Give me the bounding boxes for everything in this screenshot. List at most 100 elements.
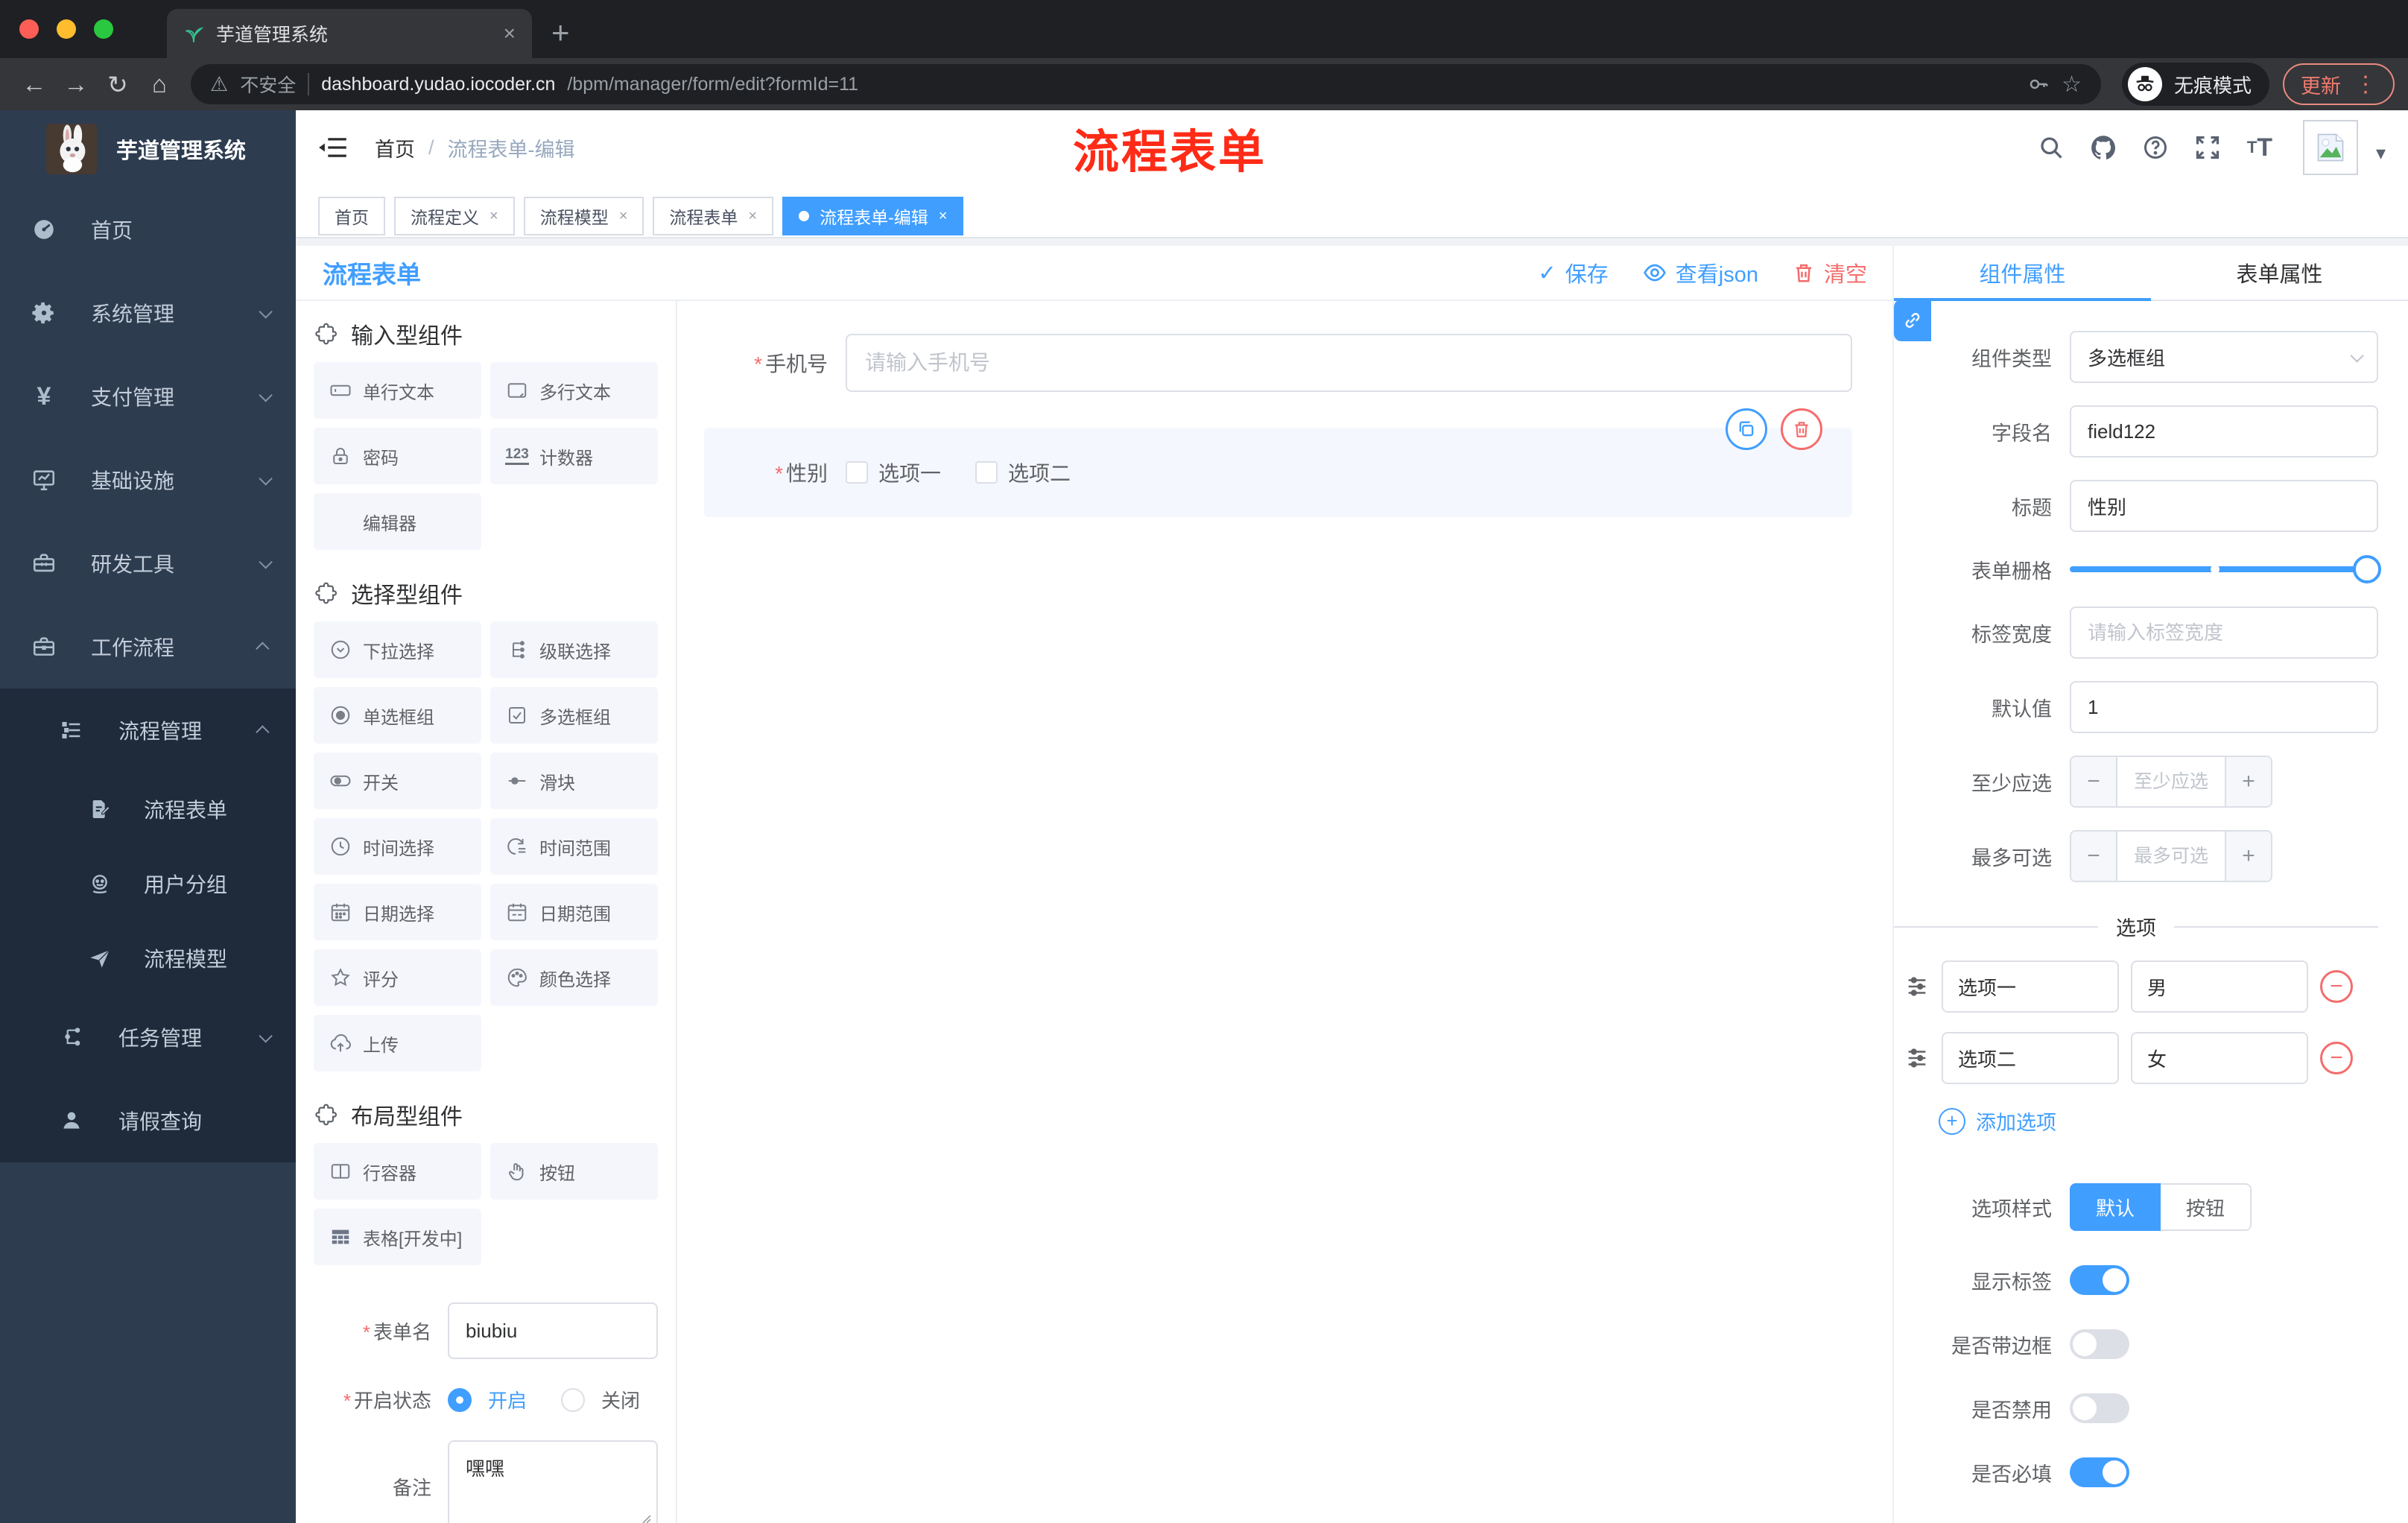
sidebar-item-process-model[interactable]: 流程模型	[0, 921, 296, 995]
option-value-input[interactable]	[2131, 1032, 2308, 1084]
palette-item-time-picker[interactable]: 时间选择	[314, 818, 481, 875]
drag-handle-icon[interactable]	[1904, 1045, 1930, 1071]
browser-menu-icon[interactable]: ⋮	[2354, 72, 2377, 98]
status-radio-on[interactable]	[448, 1387, 472, 1412]
reload-icon[interactable]: ↻	[97, 70, 139, 99]
palette-item-slider[interactable]: 滑块	[490, 753, 658, 809]
update-browser-button[interactable]: 更新 ⋮	[2283, 63, 2395, 105]
tab-form-props[interactable]: 表单属性	[2151, 246, 2408, 300]
form-name-input[interactable]	[448, 1302, 658, 1359]
sidebar-item-task-management[interactable]: 任务管理	[0, 995, 296, 1079]
tab-close-icon[interactable]: ×	[619, 208, 628, 225]
palette-item-switch[interactable]: 开关	[314, 753, 481, 809]
palette-item-date-range[interactable]: 日期范围	[490, 884, 658, 940]
clear-button[interactable]: 清空	[1793, 257, 1867, 288]
sidebar-item-infrastructure[interactable]: 基础设施	[0, 438, 296, 522]
sidebar-item-process-form[interactable]: 流程表单	[0, 772, 296, 846]
palette-item-textarea[interactable]: 多行文本	[490, 362, 658, 419]
default-value-input[interactable]	[2070, 681, 2378, 733]
style-default-button[interactable]: 默认	[2070, 1183, 2161, 1231]
password-key-icon[interactable]	[2027, 73, 2050, 95]
palette-item-cascader[interactable]: 级联选择	[490, 621, 658, 678]
label-width-input[interactable]	[2070, 607, 2378, 659]
canvas-field-phone[interactable]: * 手机号	[704, 334, 1852, 392]
gender-option-2[interactable]: 选项二	[975, 457, 1071, 487]
zoom-window-button[interactable]	[94, 19, 113, 39]
drag-handle-icon[interactable]	[1904, 974, 1930, 999]
copy-component-button[interactable]	[1726, 408, 1767, 450]
tab-close-icon[interactable]: ×	[939, 208, 948, 225]
grid-slider[interactable]	[2070, 554, 2381, 584]
palette-item-select[interactable]: 下拉选择	[314, 621, 481, 678]
max-select-input[interactable]	[2117, 832, 2225, 881]
save-button[interactable]: ✓ 保存	[1538, 257, 1608, 288]
option-label-input[interactable]	[1942, 960, 2119, 1013]
required-toggle[interactable]	[2070, 1457, 2129, 1487]
sidebar-item-home[interactable]: 首页	[0, 188, 296, 271]
sidebar-item-devtools[interactable]: 研发工具	[0, 522, 296, 605]
form-remark-textarea[interactable]: 嘿嘿	[448, 1440, 658, 1523]
field-name-input[interactable]	[2070, 405, 2378, 457]
resize-grip-icon[interactable]	[640, 1513, 652, 1523]
canvas-field-gender-selected[interactable]: * 性别 选项一 选项二	[704, 408, 1852, 517]
gender-option-1[interactable]: 选项一	[846, 457, 941, 487]
palette-item-upload[interactable]: 上传	[314, 1015, 481, 1071]
sidebar-item-process-management[interactable]: 流程管理	[0, 688, 296, 772]
tab-component-props[interactable]: 组件属性	[1894, 246, 2151, 301]
breadcrumb-home[interactable]: 首页	[375, 133, 415, 162]
search-icon[interactable]	[2030, 127, 2072, 168]
palette-item-counter[interactable]: 123 计数器	[490, 428, 658, 484]
palette-item-password[interactable]: 密码	[314, 428, 481, 484]
title-input[interactable]	[2070, 480, 2378, 532]
sidebar-item-user-group[interactable]: 用户分组	[0, 846, 296, 921]
palette-item-radio-group[interactable]: 单选框组	[314, 687, 481, 744]
help-icon[interactable]	[2135, 127, 2176, 168]
phone-input[interactable]	[846, 334, 1852, 392]
add-option-button[interactable]: + 添加选项	[1939, 1106, 2378, 1136]
avatar-caret-icon[interactable]: ▾	[2376, 142, 2386, 165]
bookmark-star-icon[interactable]: ☆	[2062, 72, 2082, 98]
palette-item-row-container[interactable]: 行容器	[314, 1143, 481, 1200]
palette-item-button[interactable]: 按钮	[490, 1143, 658, 1200]
palette-item-single-text[interactable]: 单行文本	[314, 362, 481, 419]
palette-item-date-picker[interactable]: 日期选择	[314, 884, 481, 940]
font-size-icon[interactable]: TT	[2239, 127, 2281, 168]
remove-option-button[interactable]: −	[2320, 970, 2353, 1003]
option-label-input[interactable]	[1942, 1032, 2119, 1084]
stepper-minus-button[interactable]: −	[2071, 832, 2117, 881]
forward-icon[interactable]: →	[55, 70, 97, 98]
show-label-toggle[interactable]	[2070, 1265, 2129, 1295]
avatar[interactable]	[2302, 120, 2358, 175]
new-tab-button[interactable]: +	[551, 15, 570, 51]
slider-handle[interactable]	[2353, 555, 2381, 583]
minimize-window-button[interactable]	[57, 19, 76, 39]
status-radio-off[interactable]	[561, 1387, 585, 1412]
fullscreen-icon[interactable]	[2187, 127, 2228, 168]
palette-item-editor[interactable]: 编辑器	[314, 493, 481, 550]
browser-tab[interactable]: 芋道管理系统 ×	[167, 9, 532, 58]
route-tab-process-definition[interactable]: 流程定义 ×	[394, 197, 515, 235]
checkbox-empty[interactable]	[846, 461, 868, 484]
sidebar-item-payment[interactable]: ¥ 支付管理	[0, 355, 296, 438]
github-icon[interactable]	[2082, 127, 2124, 168]
palette-item-table[interactable]: 表格[开发中]	[314, 1209, 481, 1265]
sidebar-item-leave-query[interactable]: 请假查询	[0, 1079, 296, 1162]
sidebar-item-workflow[interactable]: 工作流程	[0, 605, 296, 688]
collapse-sidebar-icon[interactable]	[318, 135, 348, 160]
route-tab-process-model[interactable]: 流程模型 ×	[523, 197, 644, 235]
sidebar-item-system[interactable]: 系统管理	[0, 271, 296, 355]
stepper-plus-button[interactable]: +	[2225, 757, 2271, 806]
palette-item-checkbox-group[interactable]: 多选框组	[490, 687, 658, 744]
tab-close-icon[interactable]: ×	[504, 22, 516, 45]
border-toggle[interactable]	[2070, 1329, 2129, 1359]
link-icon-tag[interactable]	[1894, 300, 1931, 341]
palette-item-time-range[interactable]: 时间范围	[490, 818, 658, 875]
stepper-plus-button[interactable]: +	[2225, 832, 2271, 881]
palette-item-rate[interactable]: 评分	[314, 949, 481, 1006]
delete-component-button[interactable]	[1781, 408, 1822, 450]
status-on-label[interactable]: 开启	[488, 1386, 527, 1413]
disabled-toggle[interactable]	[2070, 1393, 2129, 1423]
home-icon[interactable]: ⌂	[139, 70, 180, 98]
route-tab-home[interactable]: 首页	[318, 197, 385, 235]
back-icon[interactable]: ←	[13, 70, 55, 98]
